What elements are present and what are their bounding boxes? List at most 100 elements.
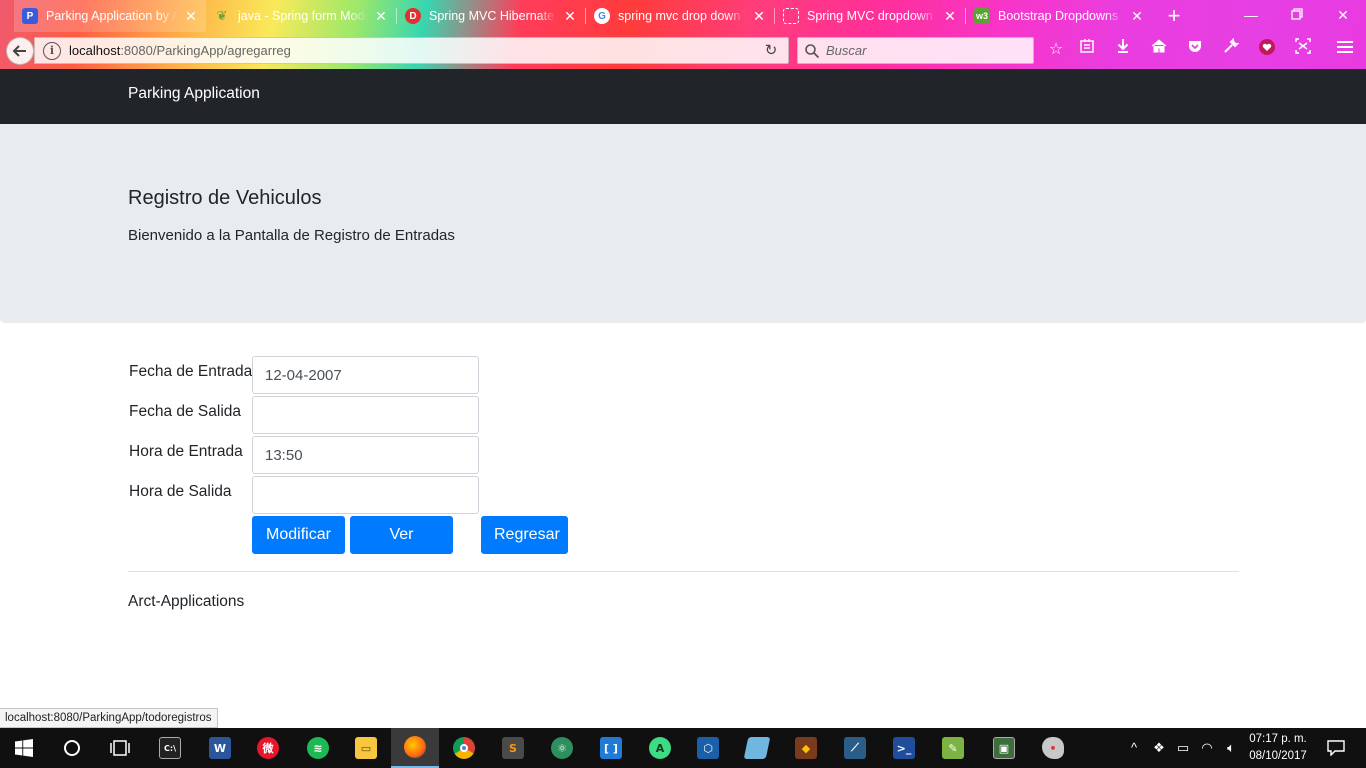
tab-close-icon[interactable]: ✕ (563, 8, 577, 25)
modificar-button[interactable]: Modificar (252, 516, 345, 554)
action-center-button[interactable] (1318, 728, 1354, 768)
android-studio-icon: A (649, 737, 671, 759)
home-icon[interactable] (1147, 38, 1171, 62)
reading-list-icon[interactable] (1075, 38, 1099, 62)
page-title: Registro de Vehiculos (128, 187, 322, 209)
ver-listado-button[interactable]: Ver Listado (350, 516, 453, 579)
tab-spring-mvc-drop-down[interactable]: G spring mvc drop down li ✕ (586, 0, 774, 32)
regresar-button[interactable]: Regresar (481, 516, 568, 554)
tab-java-spring-form[interactable]: ❦ java - Spring form Mode ✕ (206, 0, 396, 32)
taskbar-powershell[interactable]: >_ (880, 728, 928, 768)
tab-spring-mvc-hibernate[interactable]: D Spring MVC Hibernate M ✕ (397, 0, 585, 32)
tab-strip: P Parking Application by A ✕ ❦ java - Sp… (0, 0, 1366, 32)
screenshot-icon[interactable] (1291, 38, 1315, 62)
hora-salida-input[interactable] (252, 476, 479, 514)
brackets-icon: [ ] (600, 737, 622, 759)
browser-chrome: P Parking Application by A ✕ ❦ java - Sp… (0, 0, 1366, 69)
taskbar-mysql-workbench[interactable]: ⟋ (831, 728, 879, 768)
tab-title: Parking Application by A (46, 9, 178, 23)
taskbar-atom[interactable]: ⚛ (538, 728, 586, 768)
tab-favicon-icon: D (405, 8, 421, 24)
taskbar-app-brackets[interactable]: [ ] (587, 728, 635, 768)
new-tab-button[interactable]: + (1162, 4, 1186, 28)
search-input[interactable] (826, 43, 1026, 58)
divider (128, 571, 1239, 572)
jumbotron: Registro de Vehiculos Bienvenido a la Pa… (0, 124, 1366, 323)
chrome-icon (453, 737, 475, 759)
volume-icon[interactable]: 🔈︎ (1220, 728, 1242, 768)
word-icon: W (209, 737, 231, 759)
dropbox-tray-icon[interactable]: ❖ (1148, 728, 1170, 768)
search-bar[interactable] (797, 37, 1034, 64)
tab-title: Spring MVC Hibernate M (429, 9, 557, 23)
leaf-favicon-icon: ❦ (216, 8, 228, 23)
tab-parking-application[interactable]: P Parking Application by A ✕ (14, 0, 206, 32)
virtualbox-icon: ⬡ (697, 737, 719, 759)
fecha-salida-input[interactable] (252, 396, 479, 434)
tab-spring-mvc-dropdown[interactable]: Spring MVC dropdown b ✕ (775, 0, 965, 32)
show-hidden-icons-chevron-icon[interactable]: ^ (1124, 728, 1144, 768)
remote-desktop-icon: ▣ (993, 737, 1015, 759)
tab-title: spring mvc drop down li (618, 9, 746, 23)
url-text[interactable]: localhost:8080/ParkingApp/agregarreg (69, 43, 291, 58)
taskbar-virtualbox[interactable]: ⬡ (684, 728, 732, 768)
restore-icon[interactable] (1274, 0, 1320, 30)
taskbar-word[interactable]: W (196, 728, 244, 768)
taskbar-android-studio[interactable]: A (636, 728, 684, 768)
tab-close-icon[interactable]: ✕ (943, 8, 957, 25)
tab-close-icon[interactable]: ✕ (184, 8, 198, 25)
game-app-icon: ◆ (795, 737, 817, 759)
cortana-circle-icon (64, 740, 80, 756)
minimize-icon[interactable]: — (1228, 0, 1274, 30)
system-clock[interactable]: 07:17 p. m. 08/10/2017 (1240, 731, 1316, 765)
fecha-entrada-input[interactable] (252, 356, 479, 394)
taskbar-sublime[interactable]: S (489, 728, 537, 768)
navbar-brand[interactable]: Parking Application (128, 82, 260, 106)
battery-icon[interactable]: ▭ (1172, 728, 1194, 768)
pocket-icon[interactable] (1183, 38, 1207, 62)
google-favicon-icon: G (594, 8, 610, 24)
tab-close-icon[interactable]: ✕ (1130, 8, 1144, 25)
url-bar[interactable]: i localhost:8080/ParkingApp/agregarreg ↻ (34, 37, 789, 64)
download-icon[interactable] (1111, 38, 1135, 62)
atom-icon: ⚛ (551, 737, 573, 759)
page-lead: Bienvenido a la Pantalla de Registro de … (128, 227, 455, 244)
developer-tools-icon[interactable] (1219, 37, 1243, 62)
taskbar-chrome[interactable] (440, 728, 488, 768)
taskbar-weibo[interactable]: 微 (244, 728, 292, 768)
footer-text: Arct-Applications (128, 593, 245, 610)
taskbar-game[interactable]: ◆ (782, 728, 830, 768)
wifi-icon[interactable]: ◠ (1196, 728, 1218, 768)
reload-icon[interactable]: ↻ (762, 42, 780, 60)
taskbar-editor[interactable]: ✎ (929, 728, 977, 768)
start-button[interactable] (0, 728, 48, 768)
tab-close-icon[interactable]: ✕ (374, 8, 388, 25)
text-editor-icon: ✎ (942, 737, 964, 759)
taskbar-notes[interactable] (733, 728, 781, 768)
weibo-icon: 微 (257, 737, 279, 759)
hora-entrada-input[interactable] (252, 436, 479, 474)
back-button[interactable] (6, 37, 34, 65)
sublime-text-icon: S (502, 737, 524, 759)
task-view-button[interactable] (96, 728, 144, 768)
taskbar-firefox[interactable] (391, 728, 439, 768)
blank-favicon-icon (783, 8, 799, 24)
tab-bootstrap-dropdowns[interactable]: w3 Bootstrap Dropdowns ✕ (966, 0, 1152, 32)
taskbar-remote-desktop[interactable]: ▣ (980, 728, 1028, 768)
hamburger-menu-icon[interactable] (1333, 38, 1357, 62)
close-window-icon[interactable]: ✕ (1320, 0, 1366, 30)
site-info-icon[interactable]: i (43, 41, 61, 60)
tab-favicon-icon: P (22, 8, 38, 24)
w3-favicon-icon: w3 (974, 8, 990, 24)
spotify-icon: ≋ (307, 737, 329, 759)
site-navbar: Parking Application (0, 69, 1366, 124)
taskbar-paint[interactable]: • (1029, 728, 1077, 768)
cortana-button[interactable] (48, 728, 96, 768)
tab-close-icon[interactable]: ✕ (752, 8, 766, 25)
pocket-save-icon[interactable] (1255, 38, 1279, 62)
taskbar-spotify[interactable]: ≋ (294, 728, 342, 768)
taskbar-file-explorer[interactable]: ▭ (342, 728, 390, 768)
bookmark-star-icon[interactable]: ☆ (1044, 38, 1068, 62)
notes-app-icon (743, 737, 771, 759)
taskbar-cmd[interactable]: C:\ (146, 728, 194, 768)
